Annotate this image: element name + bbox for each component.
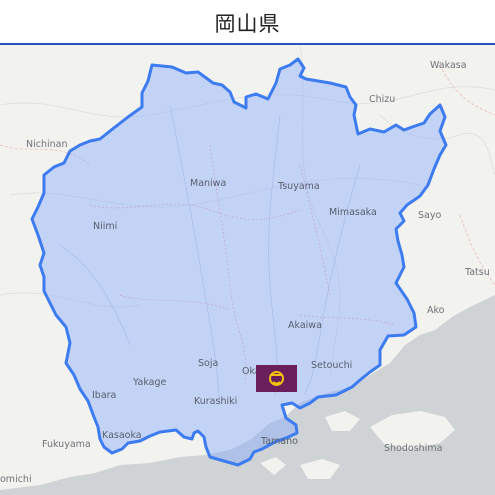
capital-flag	[256, 365, 297, 392]
map-canvas[interactable]: Wakasa Chizu Nichinan Maniwa Tsuyama Mim…	[0, 45, 495, 495]
place-label-niimi: Niimi	[93, 221, 117, 232]
place-label-sayo: Sayo	[418, 210, 441, 221]
place-label-akaiwa: Akaiwa	[288, 320, 322, 331]
place-label-ako: Ako	[427, 305, 445, 316]
place-label-fukuyama: Fukuyama	[42, 439, 91, 450]
place-label-kasaoka: Kasaoka	[102, 430, 142, 441]
place-label-nichinan: Nichinan	[26, 139, 68, 150]
place-label-ibara: Ibara	[92, 390, 116, 401]
map-app: 岡山県 Wakasa Chizu Nichinan Maniwa Tsuyama…	[0, 0, 495, 495]
place-label-chizu: Chizu	[369, 94, 395, 105]
place-label-mimasaka: Mimasaka	[329, 207, 377, 218]
place-label-setouchi: Setouchi	[311, 360, 352, 371]
header: 岡山県	[0, 0, 495, 45]
place-label-yakage: Yakage	[132, 377, 167, 388]
place-label-tsuyama: Tsuyama	[277, 181, 320, 192]
capital-marker[interactable]	[256, 365, 297, 392]
place-label-wakasa: Wakasa	[430, 60, 467, 71]
place-label-soja: Soja	[198, 358, 218, 369]
place-label-shodoshima: Shodoshima	[384, 443, 442, 454]
place-label-tatsuno: Tatsu	[464, 267, 490, 278]
page-title: 岡山県	[214, 12, 281, 36]
place-label-kurashiki: Kurashiki	[194, 396, 237, 407]
place-label-onomichi: omichi	[0, 474, 32, 485]
map-view[interactable]: Wakasa Chizu Nichinan Maniwa Tsuyama Mim…	[0, 45, 495, 495]
place-label-maniwa: Maniwa	[190, 178, 226, 189]
place-label-tamano: Tamano	[260, 436, 298, 447]
